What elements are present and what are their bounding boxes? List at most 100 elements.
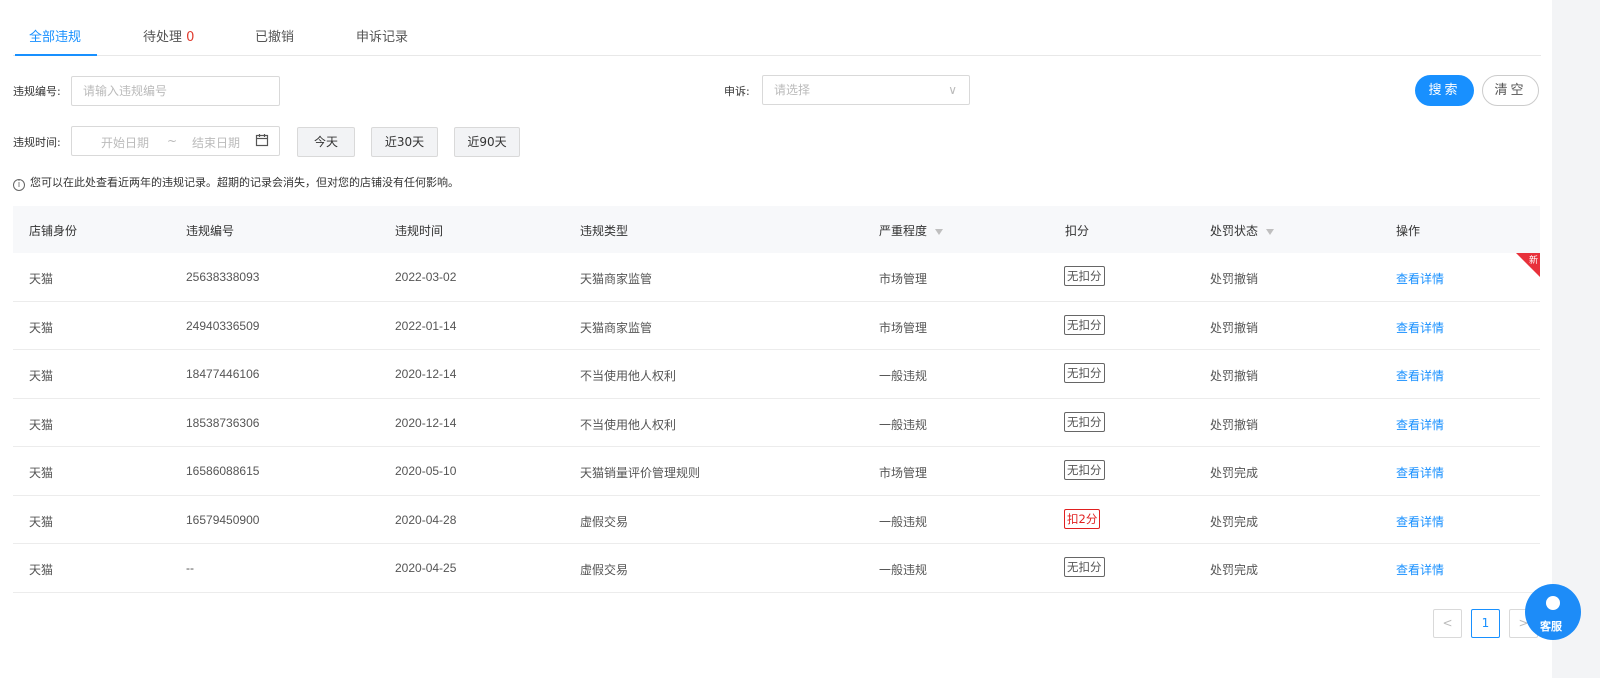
view-details-link[interactable]: 查看详情: [1396, 270, 1444, 287]
cell-date: 2020-12-14: [395, 367, 457, 381]
cell-status: 处罚完成: [1210, 563, 1259, 577]
table-header: 店铺身份 违规编号 违规时间 违规类型 严重程度 扣分 处罚状态 操作: [13, 206, 1540, 253]
tab-revoked[interactable]: 已撤销: [255, 26, 294, 45]
view-details-link[interactable]: 查看详情: [1396, 561, 1444, 578]
cell-date: 2020-05-10: [395, 464, 457, 478]
table-row: 天猫 -- 2020-04-25 虚假交易 一般违规 无扣分 处罚完成 查看详情: [13, 544, 1540, 593]
cell-date: 2022-01-14: [395, 318, 457, 333]
filter-icon[interactable]: [935, 229, 944, 235]
col-violation-no: 违规编号: [186, 224, 235, 238]
cell-severity: 一般违规: [879, 369, 928, 383]
cell-date: 2022-03-02: [395, 270, 457, 284]
violation-time-label: 违规时间:: [13, 136, 61, 149]
cell-severity: 市场管理: [879, 272, 928, 286]
col-points: 扣分: [1065, 224, 1090, 238]
violations-table: 店铺身份 违规编号 违规时间 违规类型 严重程度 扣分 处罚状态 操作 天猫 2…: [13, 206, 1540, 593]
customer-service-label: 客服: [1540, 620, 1562, 633]
cell-status: 处罚撤销: [1210, 320, 1259, 335]
table-row: 天猫 24940336509 2022-01-14 天猫商家监管 市场管理 无扣…: [13, 302, 1540, 350]
end-date-input[interactable]: 结束日期: [192, 134, 240, 151]
tab-label: 全部违规: [29, 30, 82, 45]
filter-icon[interactable]: [1266, 229, 1275, 235]
points-badge: 无扣分: [1064, 411, 1105, 432]
tab-label: 已撤销: [255, 30, 295, 45]
range-separator: ~: [167, 134, 178, 148]
violation-no-input[interactable]: 请输入违规编号: [71, 76, 280, 106]
points-badge: 无扣分: [1064, 266, 1105, 286]
main-panel: 全部违规 待处理 0 已撤销 申诉记录 违规编号: 请输入违规编号 申诉: 请选…: [0, 0, 1552, 678]
view-details-link[interactable]: 查看详情: [1396, 464, 1444, 481]
appeal-select-value: 请选择: [774, 83, 811, 97]
cell-type: 天猫商家监管: [580, 320, 653, 335]
cell-type: 虚假交易: [580, 514, 629, 529]
cell-violation-no: 16579450900: [186, 512, 260, 527]
cell-severity: 市场管理: [879, 320, 928, 335]
col-shop: 店铺身份: [29, 224, 78, 238]
right-gutter: [1552, 0, 1600, 678]
cell-status: 处罚撤销: [1210, 272, 1259, 286]
col-action: 操作: [1396, 224, 1421, 238]
cell-type: 虚假交易: [580, 563, 629, 577]
cell-severity: 一般违规: [879, 514, 928, 529]
prev-page-button[interactable]: <: [1433, 609, 1462, 638]
cell-date: 2020-04-28: [395, 512, 457, 527]
points-badge: 无扣分: [1064, 557, 1105, 577]
calendar-icon[interactable]: [255, 133, 269, 150]
quick-30-days-button[interactable]: 近30天: [371, 127, 438, 157]
cell-type: 不当使用他人权利: [580, 417, 677, 432]
col-penalty-status[interactable]: 处罚状态: [1210, 222, 1275, 239]
pending-count: 0: [186, 30, 195, 45]
date-range-picker[interactable]: 开始日期 ~ 结束日期: [71, 126, 280, 156]
violation-no-label: 违规编号:: [13, 85, 61, 98]
tab-pending[interactable]: 待处理 0: [143, 26, 194, 45]
cell-severity: 一般违规: [879, 417, 928, 432]
quick-today-button[interactable]: 今天: [297, 127, 355, 157]
cell-shop: 天猫: [29, 417, 54, 432]
start-date-input[interactable]: 开始日期: [101, 134, 149, 151]
points-badge: 无扣分: [1064, 363, 1105, 383]
headset-icon: [1546, 596, 1560, 610]
table-row: 天猫 18538736306 2020-12-14 不当使用他人权利 一般违规 …: [13, 399, 1540, 447]
appeal-select[interactable]: 请选择 ∨: [762, 75, 970, 105]
cell-shop: 天猫: [29, 514, 54, 529]
view-details-link[interactable]: 查看详情: [1396, 416, 1444, 433]
col-violation-time: 违规时间: [395, 224, 444, 238]
cell-shop: 天猫: [29, 466, 54, 480]
tab-appeal-records[interactable]: 申诉记录: [356, 26, 408, 45]
tab-all-violations[interactable]: 全部违规: [29, 26, 81, 45]
quick-90-days-button[interactable]: 近90天: [454, 127, 520, 157]
view-details-link[interactable]: 查看详情: [1396, 319, 1444, 336]
cell-status: 处罚撤销: [1210, 417, 1259, 432]
notice-message: 您可以在此处查看近两年的违规记录。超期的记录会消失，但对您的店铺没有任何影响。: [30, 176, 459, 189]
points-badge: 扣2分: [1064, 508, 1101, 529]
col-severity-label: 严重程度: [879, 224, 928, 238]
cell-violation-no: 25638338093: [186, 270, 260, 284]
cell-status: 处罚完成: [1210, 466, 1259, 480]
page-1-button[interactable]: 1: [1471, 609, 1500, 638]
cell-date: 2020-04-25: [395, 561, 457, 575]
cell-shop: 天猫: [29, 563, 54, 577]
info-icon: i: [13, 179, 25, 191]
cell-type: 天猫商家监管: [580, 272, 653, 286]
cell-date: 2020-12-14: [395, 415, 457, 430]
table-row: 天猫 16579450900 2020-04-28 虚假交易 一般违规 扣2分 …: [13, 496, 1540, 544]
cell-status: 处罚完成: [1210, 514, 1259, 529]
tab-label: 申诉记录: [356, 30, 409, 45]
search-button[interactable]: 搜索: [1415, 75, 1474, 106]
new-tag-label: 新: [1528, 256, 1538, 266]
view-details-link[interactable]: 查看详情: [1396, 513, 1444, 530]
tab-label: 待处理: [143, 30, 183, 45]
cell-type: 天猫销量评价管理规则: [580, 466, 701, 480]
cell-status: 处罚撤销: [1210, 369, 1259, 383]
col-severity[interactable]: 严重程度: [879, 222, 944, 239]
view-details-link[interactable]: 查看详情: [1396, 367, 1444, 384]
active-tab-indicator: [15, 54, 97, 56]
notice-text: i 您可以在此处查看近两年的违规记录。超期的记录会消失，但对您的店铺没有任何影响。: [13, 174, 459, 191]
table-row: 天猫 25638338093 2022-03-02 天猫商家监管 市场管理 无扣…: [13, 253, 1540, 302]
customer-service-button[interactable]: 客服: [1525, 584, 1581, 640]
cell-shop: 天猫: [29, 369, 54, 383]
col-violation-type: 违规类型: [580, 224, 629, 238]
clear-button[interactable]: 清空: [1482, 75, 1539, 106]
cell-type: 不当使用他人权利: [580, 369, 677, 383]
table-row: 天猫 16586088615 2020-05-10 天猫销量评价管理规则 市场管…: [13, 447, 1540, 496]
